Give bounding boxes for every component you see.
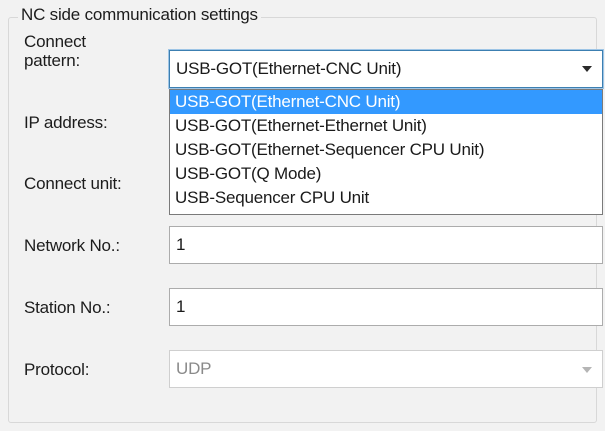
protocol-value: UDP xyxy=(176,359,212,378)
connect-pattern-select[interactable]: USB-GOT(Ethernet-CNC Unit) xyxy=(168,49,604,89)
network-no-input[interactable]: 1 xyxy=(169,226,603,264)
connect-pattern-value: USB-GOT(Ethernet-CNC Unit) xyxy=(176,59,402,78)
group-title: NC side communication settings xyxy=(18,5,261,25)
dropdown-option[interactable]: USB-GOT(Ethernet-CNC Unit) xyxy=(170,90,602,114)
station-no-label: Station No.: xyxy=(24,298,111,317)
protocol-select: UDP xyxy=(169,350,603,388)
network-no-label: Network No.: xyxy=(24,236,120,255)
chevron-down-icon[interactable] xyxy=(582,66,592,72)
dropdown-option[interactable]: USB-Sequencer CPU Unit xyxy=(170,186,602,210)
ip-address-label: IP address: xyxy=(24,113,108,132)
protocol-label: Protocol: xyxy=(24,360,90,379)
dropdown-option[interactable]: USB-GOT(Ethernet-Sequencer CPU Unit) xyxy=(170,138,602,162)
connect-pattern-label-line1: Connect xyxy=(24,32,86,51)
chevron-down-icon xyxy=(582,367,592,373)
station-no-input[interactable]: 1 xyxy=(169,288,603,326)
dropdown-option[interactable]: USB-GOT(Q Mode) xyxy=(170,162,602,186)
connect-pattern-dropdown-list: USB-GOT(Ethernet-CNC Unit) USB-GOT(Ether… xyxy=(169,89,603,215)
dropdown-option[interactable]: USB-GOT(Ethernet-Ethernet Unit) xyxy=(170,114,602,138)
connect-pattern-label-line2: pattern: xyxy=(24,51,81,70)
connect-unit-label: Connect unit: xyxy=(24,174,122,193)
